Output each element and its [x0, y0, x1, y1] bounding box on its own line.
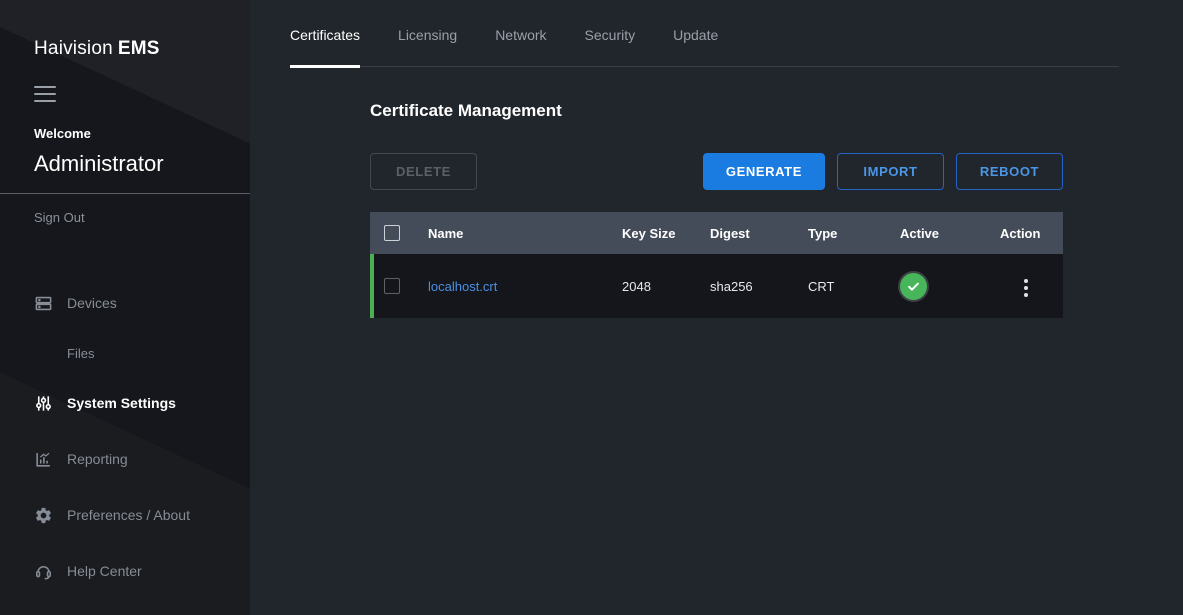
table-header-row: Name Key Size Digest Type Active Action [370, 212, 1063, 254]
sidebar-item-label: Devices [67, 295, 117, 311]
active-check-icon [900, 273, 927, 300]
table-row: localhost.crt 2048 sha256 CRT [370, 254, 1063, 318]
row-cell-name: localhost.crt [414, 279, 614, 294]
row-cell-digest: sha256 [702, 279, 800, 294]
row-cell-checkbox [370, 278, 414, 294]
sidebar-item-label: Preferences / About [67, 507, 190, 523]
sidebar-item-label: Files [67, 346, 94, 361]
certificates-table: Name Key Size Digest Type Active Action … [370, 212, 1063, 318]
sliders-icon [34, 394, 53, 413]
main-area: Certificates Licensing Network Security … [250, 0, 1183, 615]
certificates-panel: Certificate Management DELETE GENERATE I… [250, 67, 1183, 318]
header-cell-checkbox [370, 225, 414, 241]
header-cell-action: Action [992, 226, 1063, 241]
welcome-label: Welcome [34, 126, 216, 141]
certificate-name-link[interactable]: localhost.crt [428, 279, 497, 294]
row-cell-active [892, 273, 992, 300]
sidebar-nav: Devices Files System Settings [0, 275, 250, 599]
sign-out-link[interactable]: Sign Out [34, 210, 85, 225]
import-button[interactable]: IMPORT [837, 153, 944, 190]
header-cell-name: Name [414, 226, 614, 241]
tab-licensing[interactable]: Licensing [398, 0, 457, 68]
bar-chart-icon [34, 450, 53, 469]
sidebar-item-label: System Settings [67, 395, 176, 411]
logo-suffix: EMS [118, 38, 160, 59]
row-cell-action [992, 271, 1063, 301]
sidebar-divider [0, 193, 250, 194]
sidebar-item-reporting[interactable]: Reporting [0, 431, 250, 487]
row-cell-type: CRT [800, 279, 892, 294]
devices-icon [34, 294, 53, 313]
settings-tabbar: Certificates Licensing Network Security … [290, 0, 1119, 67]
sidebar-item-label: Help Center [67, 563, 142, 579]
page-title: Certificate Management [370, 101, 1183, 121]
delete-button[interactable]: DELETE [370, 153, 477, 190]
tab-network[interactable]: Network [495, 0, 546, 68]
app-logo: HaivisionEMS [0, 38, 250, 60]
sidebar-item-preferences-about[interactable]: Preferences / About [0, 487, 250, 543]
logo-primary: Haivision [34, 38, 113, 59]
tab-certificates[interactable]: Certificates [290, 0, 360, 68]
header-cell-type: Type [800, 226, 892, 241]
actions-row: DELETE GENERATE IMPORT REBOOT [370, 153, 1063, 190]
hamburger-menu-icon[interactable] [34, 86, 56, 102]
row-cell-key-size: 2048 [614, 279, 702, 294]
sidebar-item-system-settings[interactable]: System Settings [0, 375, 250, 431]
app-window: HaivisionEMS Welcome Administrator Sign … [0, 0, 1183, 615]
select-all-checkbox[interactable] [384, 225, 400, 241]
sidebar: HaivisionEMS Welcome Administrator Sign … [0, 0, 250, 615]
sidebar-item-label: Reporting [67, 451, 128, 467]
reboot-button[interactable]: REBOOT [956, 153, 1063, 190]
generate-button[interactable]: GENERATE [703, 153, 825, 190]
user-name: Administrator [34, 151, 216, 177]
row-actions-menu-icon[interactable] [1020, 275, 1032, 301]
headset-icon [34, 562, 53, 581]
sidebar-item-devices[interactable]: Devices [0, 275, 250, 331]
sidebar-item-help-center[interactable]: Help Center [0, 543, 250, 599]
sidebar-item-files[interactable]: Files [0, 331, 250, 375]
tab-update[interactable]: Update [673, 0, 718, 68]
tab-security[interactable]: Security [585, 0, 636, 68]
gear-icon [34, 506, 53, 525]
header-cell-key-size: Key Size [614, 226, 702, 241]
header-cell-active: Active [892, 226, 992, 241]
row-checkbox[interactable] [384, 278, 400, 294]
header-cell-digest: Digest [702, 226, 800, 241]
